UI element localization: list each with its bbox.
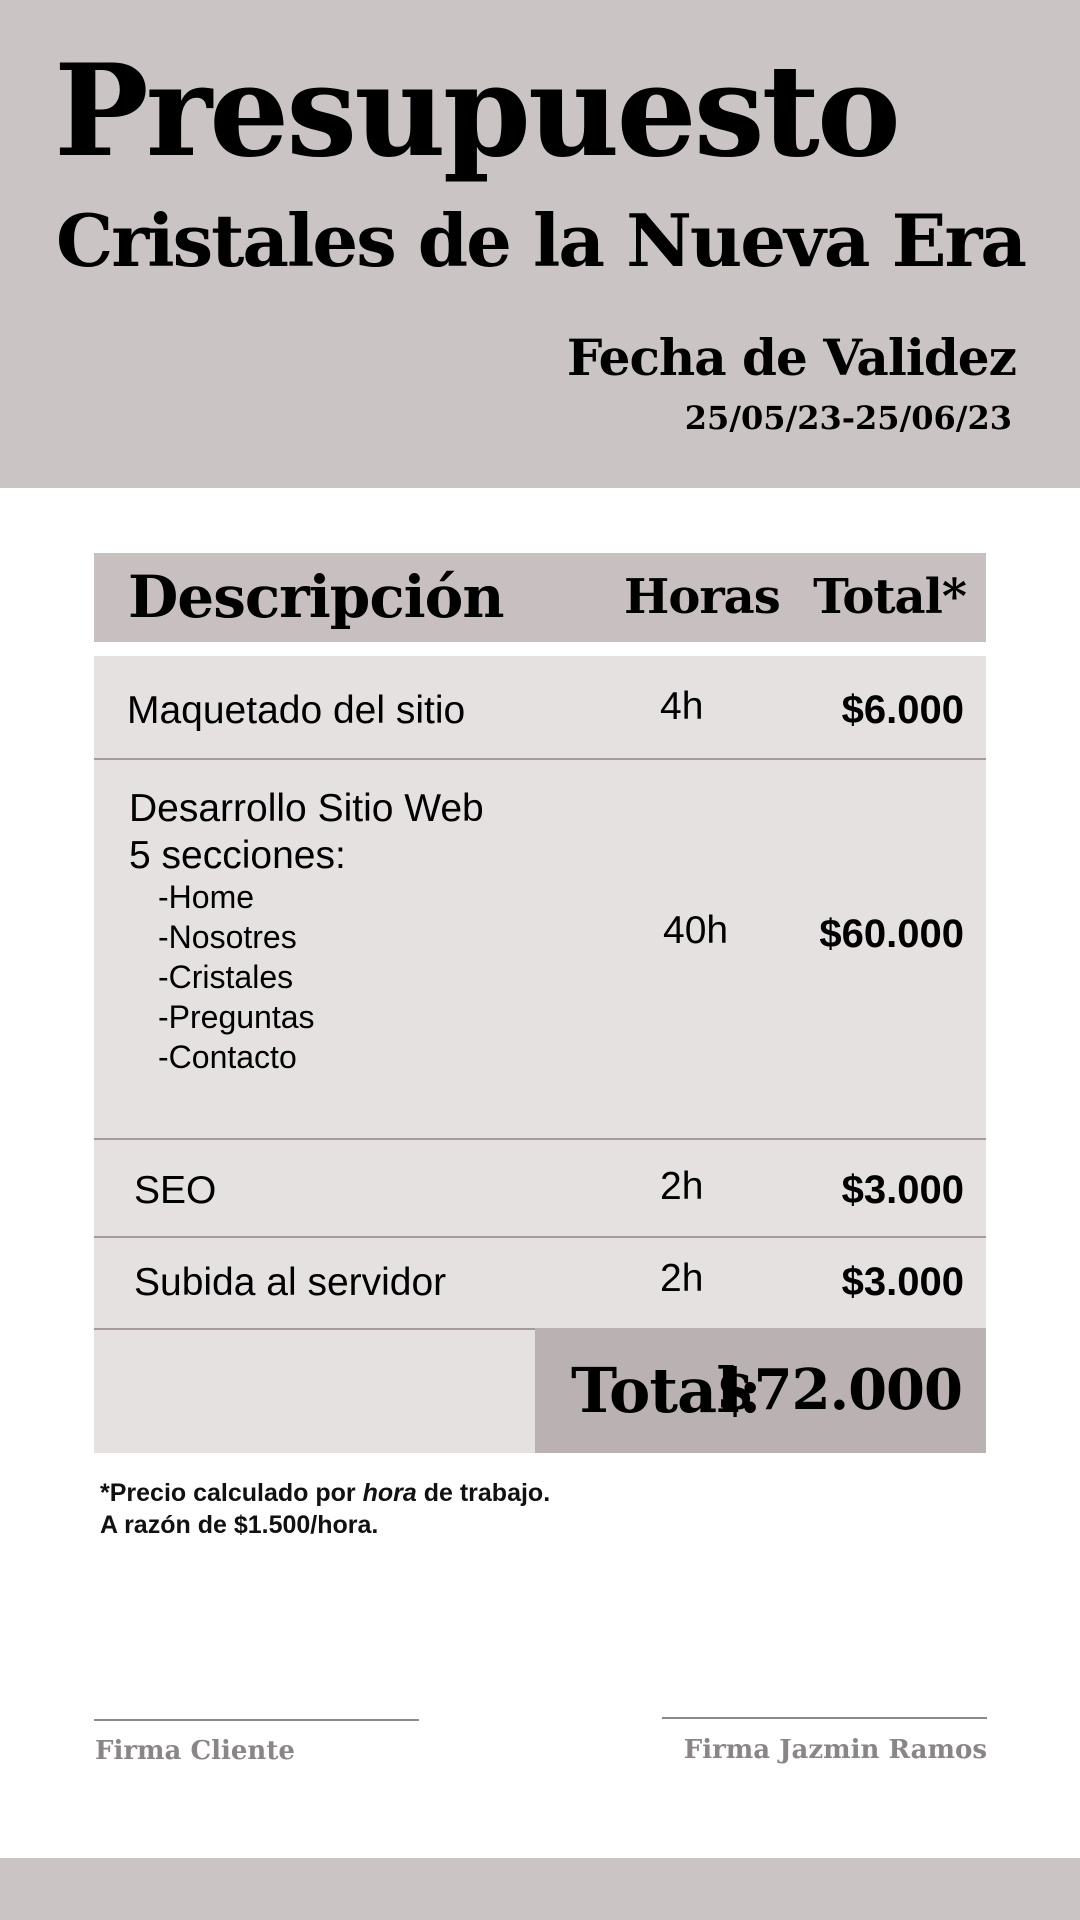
table-row: Subida al servidor 2h $3.000 [94, 1238, 986, 1330]
row-hours: 2h [660, 1257, 704, 1300]
footer-band [0, 1858, 1080, 1920]
table-row: SEO 2h $3.000 [94, 1140, 986, 1238]
validity-label: Fecha de Validez [566, 328, 1017, 387]
sections-list: -Home -Nosotres -Cristales -Preguntas -C… [158, 877, 315, 1077]
client-signature-label: Firma Cliente [95, 1736, 295, 1766]
row-hours: 4h [660, 685, 704, 728]
row-total: $3.000 [841, 1260, 964, 1304]
column-header-total: Total* [813, 569, 967, 625]
pricing-note-line-1: *Precio calculado por hora de trabajo. [100, 1477, 550, 1509]
note-text: *Precio calculado por [100, 1479, 363, 1507]
client-signature-line [94, 1719, 419, 1721]
grand-total-box: Total: $72.000 [535, 1328, 986, 1453]
page-subtitle: Cristales de la Nueva Era [56, 198, 1027, 283]
list-item: -Contacto [158, 1039, 297, 1075]
pricing-note: *Precio calculado por hora de trabajo. A… [100, 1477, 550, 1541]
list-item: -Nosotres [158, 919, 297, 955]
row-total: $60.000 [819, 912, 964, 956]
row-total: $3.000 [841, 1168, 964, 1212]
row-description: Subida al servidor [134, 1261, 447, 1304]
hourly-rate: $1.500/hora. [233, 1511, 379, 1539]
table-row: Desarrollo Sitio Web 5 secciones: -Home … [94, 760, 986, 1140]
row-hours: 40h [663, 909, 729, 952]
note-text: A razón de [100, 1511, 234, 1539]
row-description-secondary: 5 secciones: [129, 834, 346, 877]
row-description: SEO [134, 1169, 217, 1212]
row-description: Maquetado del sitio [127, 689, 466, 732]
page-title: Presupuesto [54, 37, 901, 185]
row-total: $6.000 [841, 688, 964, 732]
row-description: Desarrollo Sitio Web [129, 787, 484, 830]
column-header-hours: Horas [624, 569, 781, 625]
column-header-description: Descripción [128, 563, 505, 631]
table-row: Maquetado del sitio 4h $6.000 [94, 656, 986, 760]
row-hours: 2h [660, 1165, 704, 1208]
pricing-note-line-2: A razón de $1.500/hora. [100, 1509, 550, 1541]
note-text: de trabajo. [416, 1479, 551, 1507]
header-band: Presupuesto Cristales de la Nueva Era Fe… [0, 0, 1080, 488]
list-item: -Home [158, 879, 255, 915]
list-item: -Preguntas [158, 999, 315, 1035]
table-header: Descripción Horas Total* [94, 553, 986, 642]
provider-signature-line [662, 1717, 987, 1719]
list-item: -Cristales [158, 959, 294, 995]
grand-total-value: $72.000 [715, 1357, 963, 1423]
note-emphasis: hora [362, 1479, 417, 1507]
provider-signature-label: Firma Jazmin Ramos [683, 1735, 987, 1765]
validity-dates: 25/05/23-25/06/23 [684, 399, 1012, 437]
